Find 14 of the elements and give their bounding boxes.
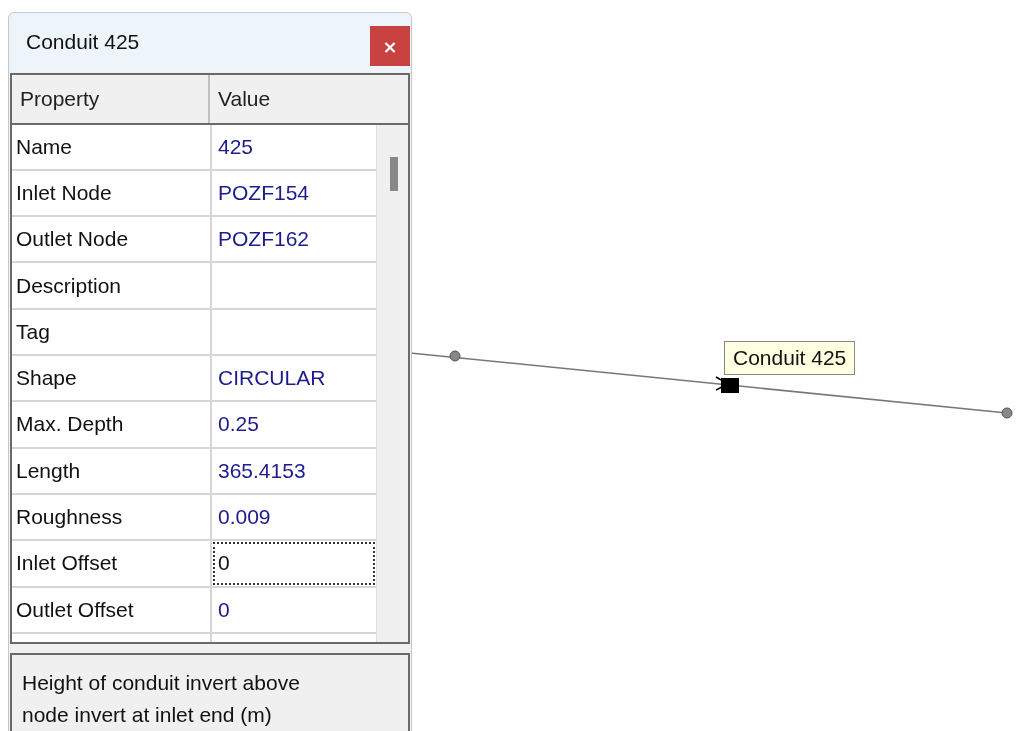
property-name: Inlet Node <box>12 170 212 216</box>
property-name: Outlet Offset <box>12 587 212 632</box>
property-name: Max. Depth <box>12 402 212 447</box>
property-name: Name <box>12 124 212 169</box>
window-title: Conduit 425 <box>26 30 140 55</box>
property-name: Length <box>12 448 212 493</box>
description-text: Height of conduit invert above node invert at inlet end (m) <box>10 653 410 731</box>
tooltip: Conduit 425 <box>724 341 856 375</box>
property-name: Tag <box>12 309 212 354</box>
property-name: Inlet Offset <box>12 541 212 586</box>
property-name: Shape <box>12 356 212 401</box>
property-name: Description <box>12 263 212 308</box>
property-name: Roughness <box>12 494 212 540</box>
property-name: Outlet Node <box>12 217 212 262</box>
